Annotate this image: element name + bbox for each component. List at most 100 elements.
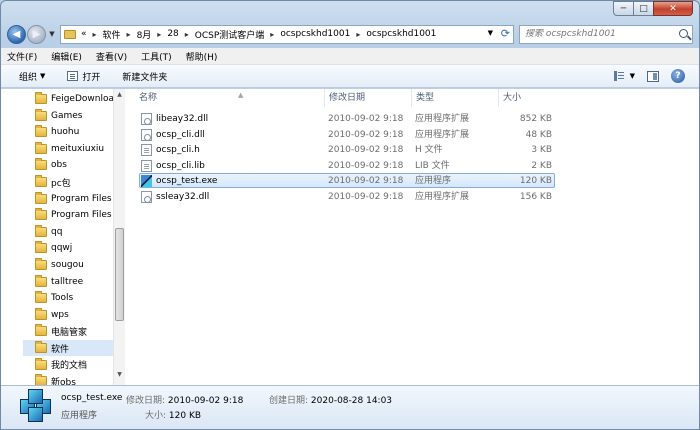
organize-label: 组织: [19, 72, 38, 83]
file-row[interactable]: ssleay32.dll 2010-09-02 9:18 应用程序扩展 156 KB: [139, 189, 555, 204]
search-icon[interactable]: [679, 28, 688, 38]
nav-folder-item[interactable]: 软件: [23, 340, 113, 356]
details-file-name: ocsp_test.exe: [61, 393, 123, 403]
breadcrumb-item[interactable]: ▸ 软件: [87, 28, 121, 41]
column-header-size[interactable]: 大小: [499, 89, 555, 107]
breadcrumb-item[interactable]: ▸ 28: [151, 29, 178, 39]
nav-folder-item[interactable]: obs: [35, 157, 67, 173]
search-input[interactable]: [525, 29, 675, 39]
recent-pages-dropdown[interactable]: ▼: [47, 30, 57, 38]
folder-icon: [35, 324, 47, 337]
address-row: ◀ ▶ ▼ « ▸ 软件 ▸ 8月 ▸ 28 ▸ OCSP测试客户端 ▸ ocspcskh…: [7, 23, 693, 45]
file-name: ocsp_cli.h: [156, 145, 200, 155]
change-view-icon[interactable]: [613, 71, 626, 81]
nav-folder-item[interactable]: FeigeDownloa: [35, 91, 114, 107]
nav-folder-item[interactable]: pc包: [35, 174, 71, 190]
nav-folder-item[interactable]: qqwj: [35, 240, 72, 256]
maximize-button[interactable]: □: [633, 1, 654, 16]
breadcrumb-item[interactable]: ▸ ocspcskhd1001: [350, 29, 436, 39]
scroll-down-icon[interactable]: ▼: [114, 371, 125, 383]
file-type: LIB 文件: [415, 160, 450, 171]
nav-folder-item[interactable]: 新obs: [35, 373, 76, 385]
details-created: 创建日期: 2020-08-28 14:03: [269, 396, 393, 406]
nav-folder-item[interactable]: Tools: [35, 290, 73, 306]
nav-folder-label: 我的文档: [51, 361, 88, 372]
file-row[interactable]: ocsp_cli.lib 2010-09-02 9:18 LIB 文件 2 KB: [139, 158, 555, 173]
scrollbar-thumb[interactable]: [115, 228, 124, 321]
search-box[interactable]: [519, 24, 693, 44]
folder-icon: [35, 291, 47, 304]
column-header-type[interactable]: 类型: [412, 89, 499, 107]
nav-folder-label: obs: [51, 160, 67, 171]
new-folder-button[interactable]: 新建文件夹: [122, 70, 167, 83]
column-header-date[interactable]: 修改日期: [325, 89, 412, 107]
file-name: libeay32.dll: [156, 114, 209, 124]
sort-ascending-icon: ▲: [238, 91, 244, 99]
file-date: 2010-09-02 9:18: [328, 160, 404, 171]
column-header-name[interactable]: 名称 ▲: [135, 89, 325, 107]
view-options-dropdown-icon[interactable]: ▼: [630, 72, 635, 80]
folder-icon: [35, 341, 47, 353]
file-row[interactable]: ocsp_cli.h 2010-09-02 9:18 H 文件 3 KB: [139, 142, 555, 157]
menu-help[interactable]: 帮助(H): [186, 50, 218, 63]
nav-folder-item[interactable]: qq: [35, 224, 62, 240]
minimize-button[interactable]: ─: [613, 1, 634, 16]
menu-edit[interactable]: 编辑(E): [51, 50, 82, 63]
breadcrumb-item[interactable]: ▸ ocspcskhd1001: [264, 29, 350, 39]
content-area: FeigeDownloa Games huohu meituxiuxiu obs pc包 P…: [1, 89, 699, 385]
menu-bar: 文件(F) 编辑(E) 查看(V) 工具(T) 帮助(H): [1, 48, 699, 65]
nav-folder-label: huohu: [51, 127, 80, 138]
forward-button[interactable]: ▶: [27, 24, 46, 44]
file-row[interactable]: ocsp_cli.dll 2010-09-02 9:18 应用程序扩展 48 KB: [139, 127, 555, 142]
nav-folder-item[interactable]: Program Files: [35, 191, 112, 207]
file-row[interactable]: libeay32.dll 2010-09-02 9:18 应用程序扩展 852 KB: [139, 111, 555, 126]
file-name: ocsp_test.exe: [156, 176, 218, 186]
nav-folder-label: meituxiuxiu: [51, 143, 105, 154]
nav-folder-label: wps: [51, 309, 69, 320]
organize-button[interactable]: 组织 ▼: [19, 70, 45, 83]
details-modified: 修改日期: 2010-09-02 9:18: [126, 396, 244, 406]
nav-folder-item[interactable]: talltree: [35, 274, 83, 290]
open-button[interactable]: 打开: [67, 70, 100, 83]
dll-file-icon: [141, 128, 152, 141]
help-icon[interactable]: ?: [671, 69, 685, 83]
nav-folder-item[interactable]: 电脑管家: [35, 323, 87, 339]
nav-folder-item[interactable]: meituxiuxiu: [35, 141, 104, 157]
explorer-window: ─ □ ✕ ◀ ▶ ▼ « ▸ 软件 ▸ 8月 ▸ 28 ▸ OCSP测试客户端 ▸ oc…: [0, 0, 700, 430]
file-date: 2010-09-02 9:18: [328, 114, 404, 124]
folder-icon: [35, 191, 47, 204]
menu-tools[interactable]: 工具(T): [141, 50, 172, 63]
caption-buttons: ─ □ ✕: [613, 1, 693, 16]
dll-file-icon: [141, 113, 152, 125]
nav-folder-item[interactable]: 我的文档: [35, 357, 87, 373]
nav-folder-item[interactable]: Games: [35, 108, 82, 124]
file-type: 应用程序扩展: [415, 129, 470, 140]
nav-folder-item[interactable]: wps: [35, 307, 69, 323]
breadcrumb-item[interactable]: ▸ 8月: [121, 28, 152, 41]
nav-folder-item[interactable]: huohu: [35, 124, 79, 140]
scroll-up-icon[interactable]: ▲: [114, 91, 125, 103]
close-button[interactable]: ✕: [653, 1, 693, 16]
folder-icon: [35, 258, 47, 270]
file-size: 2 KB: [531, 160, 552, 171]
nav-folder-label: 电脑管家: [51, 327, 88, 338]
file-size: 852 KB: [519, 114, 552, 124]
refresh-icon[interactable]: ⟳: [501, 27, 510, 40]
back-button[interactable]: ◀: [7, 24, 26, 44]
details-pane: ocsp_test.exe 应用程序 修改日期: 2010-09-02 9:18…: [1, 385, 699, 429]
menu-view[interactable]: 查看(V): [96, 50, 127, 63]
preview-pane-icon[interactable]: [647, 70, 659, 82]
file-name: ssleay32.dll: [156, 191, 210, 202]
breadcrumb-item[interactable]: ▸ OCSP测试客户端: [179, 28, 265, 41]
details-size: 大小: 120 KB: [145, 411, 202, 421]
address-bar[interactable]: « ▸ 软件 ▸ 8月 ▸ 28 ▸ OCSP测试客户端 ▸ ocspcskhd1001 …: [60, 24, 514, 44]
file-row[interactable]: ocsp_test.exe 2010-09-02 9:18 应用程序 120 KB: [139, 173, 555, 188]
address-dropdown-icon[interactable]: ▼: [488, 29, 493, 37]
nav-folder-item[interactable]: Program Files: [35, 207, 112, 223]
folder-icon: [64, 29, 76, 39]
menu-file[interactable]: 文件(F): [7, 50, 37, 63]
file-type: 应用程序: [415, 176, 452, 186]
navigation-scrollbar[interactable]: ▲ ▼: [113, 89, 125, 385]
nav-folder-item[interactable]: sougou: [35, 257, 84, 273]
file-date: 2010-09-02 9:18: [328, 176, 404, 186]
